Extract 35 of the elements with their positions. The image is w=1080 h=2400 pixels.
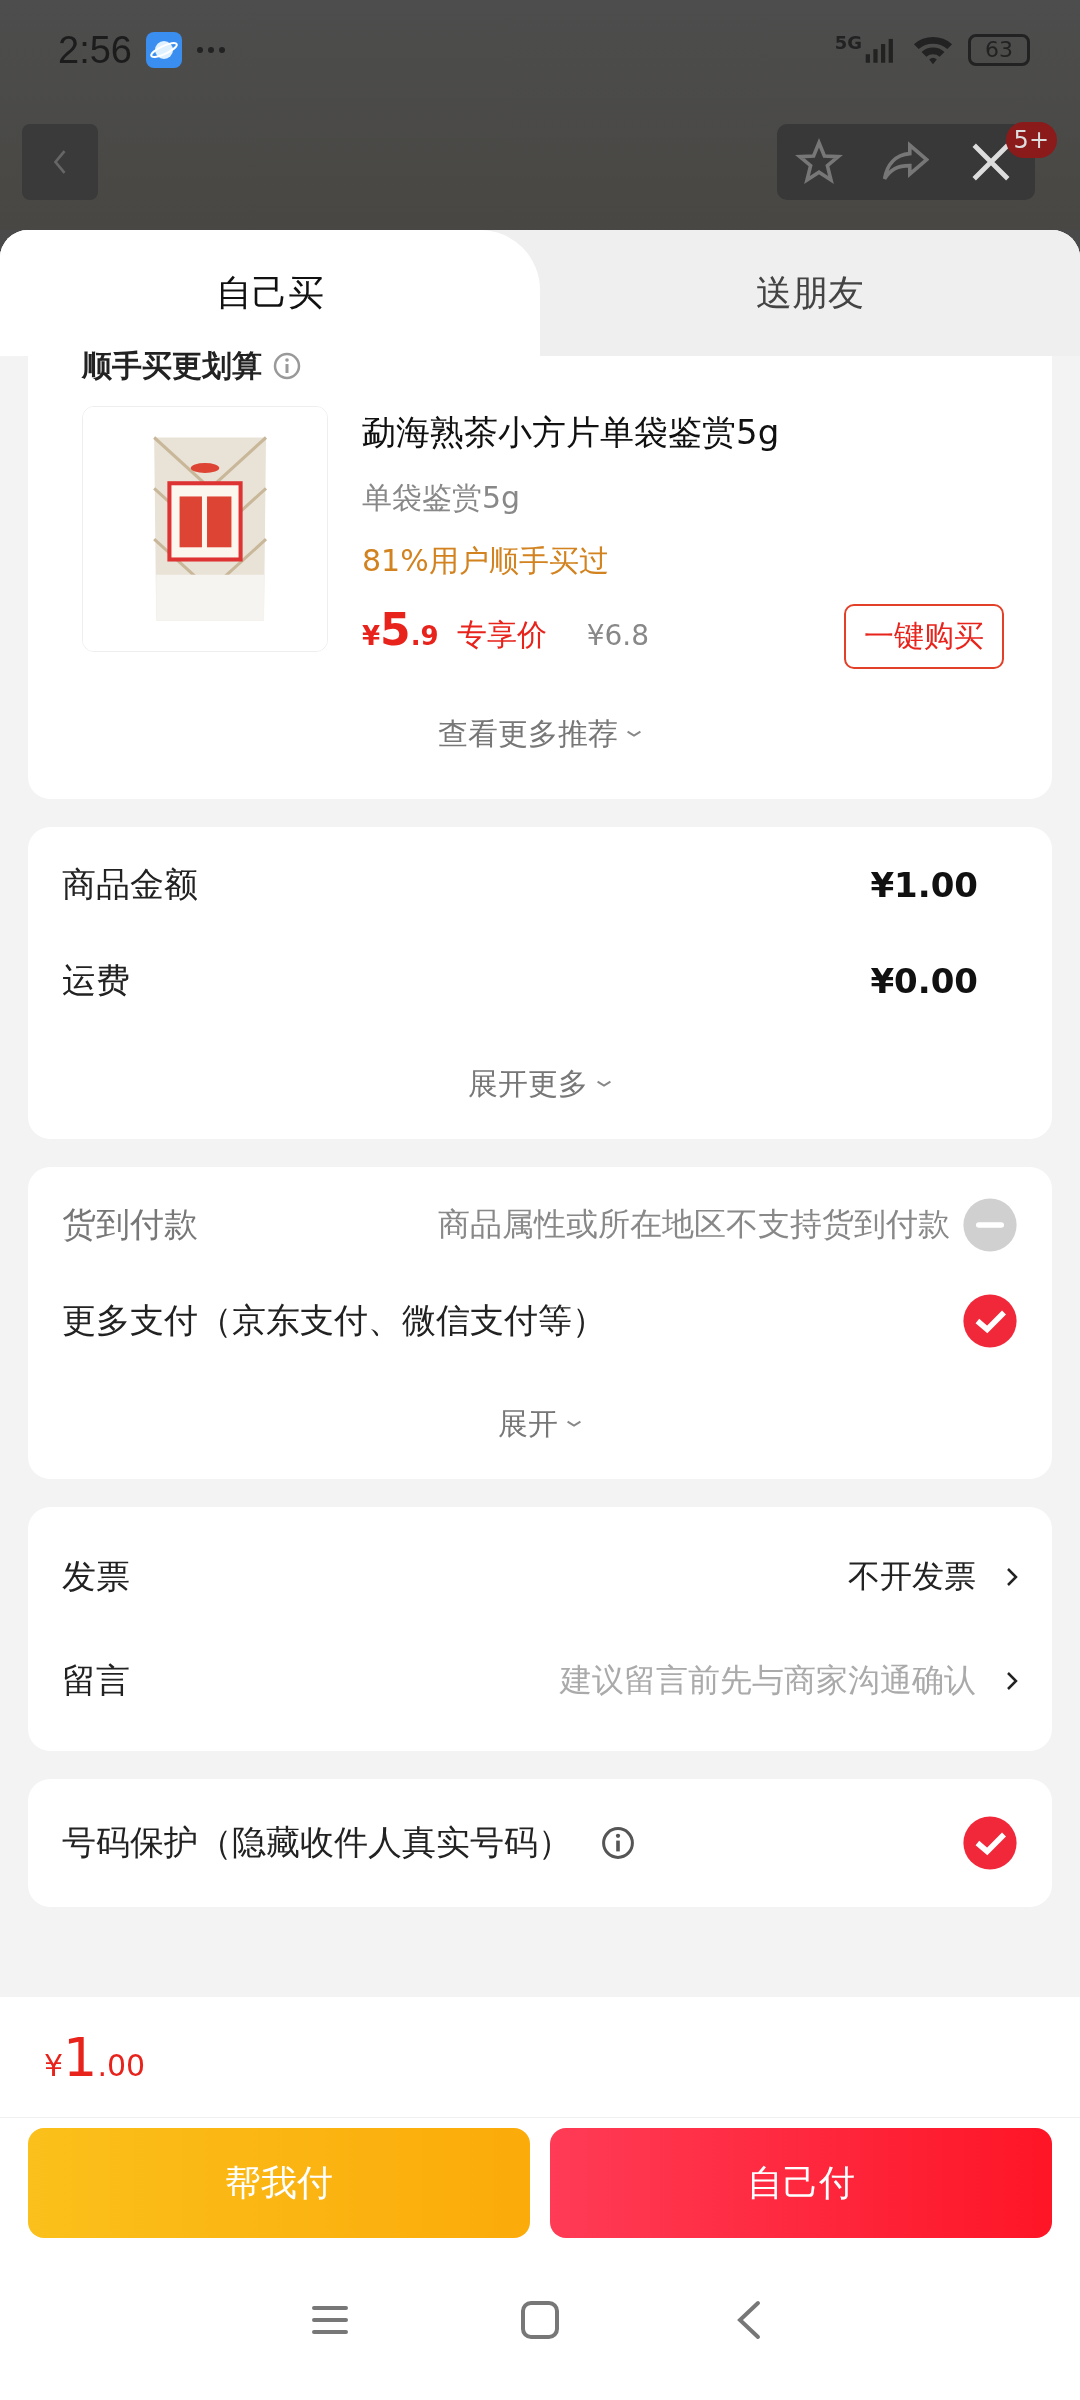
- original-price: ¥6.8: [586, 619, 650, 652]
- planet-app-icon: [145, 32, 182, 68]
- chevron-down-icon: [626, 730, 642, 738]
- total-price: ¥1.00: [44, 2025, 146, 2089]
- amount-label: 运费: [62, 959, 130, 1002]
- settings-row[interactable]: 发票 不开发票: [62, 1525, 1018, 1629]
- chevron-down-icon: [566, 1420, 582, 1428]
- purchase-stat: 81%用户顺手买过: [362, 542, 610, 580]
- product-price: ¥5.9: [362, 604, 439, 655]
- radio-checked-icon[interactable]: [962, 1293, 1018, 1349]
- amount-value: ¥0.00: [870, 961, 978, 1001]
- star-icon[interactable]: [795, 138, 843, 186]
- chevron-right-icon: [1006, 1567, 1018, 1587]
- home-icon[interactable]: [520, 2300, 560, 2340]
- amount-value: ¥1.00: [870, 865, 978, 905]
- price-tag: 专享价: [456, 615, 547, 656]
- pay-button[interactable]: 自己付: [550, 2128, 1052, 2238]
- payment-note: 商品属性或所在地区不支持货到付款: [438, 1204, 950, 1245]
- expand-more-link[interactable]: 展开更多: [462, 1029, 618, 1139]
- product-spec: 单袋鉴赏5g: [362, 479, 522, 517]
- more-notifications-icon: [195, 46, 226, 54]
- payment-option[interactable]: 更多支付（京东支付、微信支付等）: [62, 1298, 606, 1344]
- buy-now-button[interactable]: 一键购买: [844, 604, 1004, 669]
- info-icon[interactable]: [600, 1825, 636, 1861]
- product-name[interactable]: 勐海熟茶小方片单袋鉴赏5g: [362, 410, 1018, 456]
- amount-label: 商品金额: [62, 863, 198, 906]
- chevron-down-icon: [596, 1080, 612, 1088]
- privacy-label: 号码保护（隐藏收件人真实号码）: [62, 1821, 572, 1864]
- wifi-icon: [912, 34, 954, 66]
- expand-link[interactable]: 展开: [492, 1369, 588, 1479]
- see-more-link[interactable]: 查看更多推荐: [432, 669, 648, 799]
- settings-row[interactable]: 留言 建议留言前先与商家沟通确认: [62, 1629, 1018, 1733]
- notification-badge: 5+: [1005, 122, 1057, 158]
- chevron-right-icon: [1006, 1671, 1018, 1691]
- checkbox-checked-icon[interactable]: [962, 1815, 1018, 1871]
